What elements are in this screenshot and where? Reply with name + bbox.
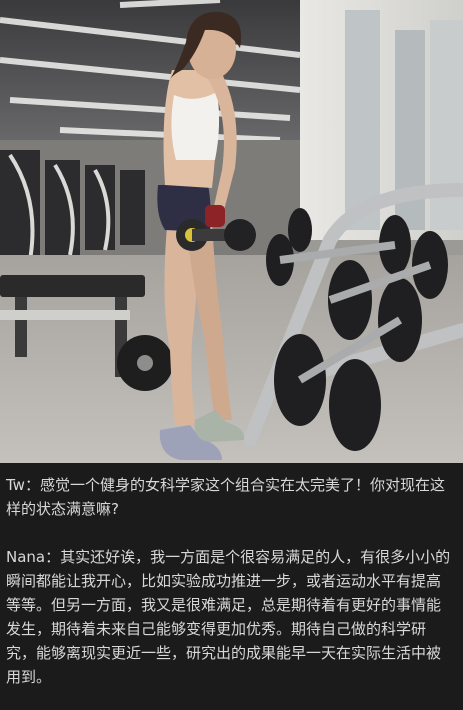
question-paragraph: Tw：感觉一个健身的女科学家这个组合实在太完美了！你对现在这样的状态满意嘛? xyxy=(6,476,445,518)
gym-photo xyxy=(0,0,463,463)
interview-text: Tw：感觉一个健身的女科学家这个组合实在太完美了！你对现在这样的状态满意嘛? N… xyxy=(0,463,463,689)
answer-paragraph: Nana：其实还好诶，我一方面是个很容易满足的人，有很多小小的瞬间都能让我开心，… xyxy=(6,548,451,686)
